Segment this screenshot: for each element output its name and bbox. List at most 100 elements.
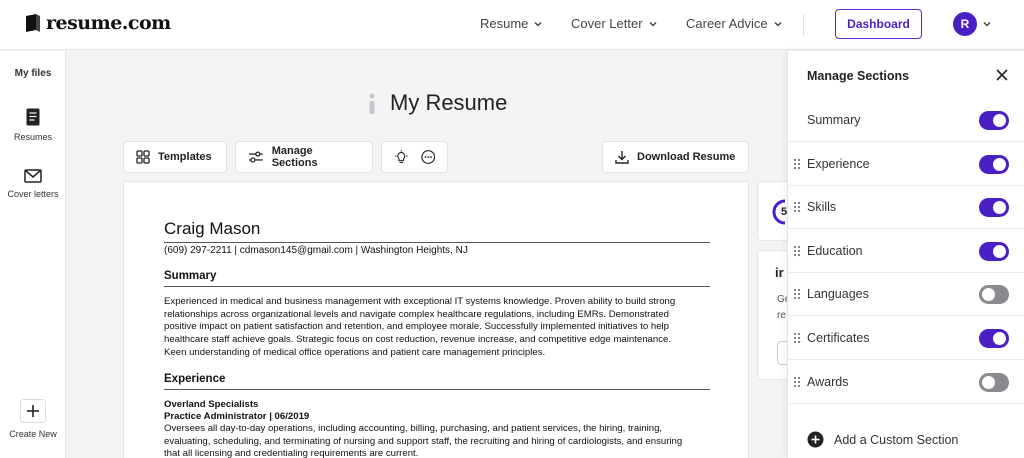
templates-button[interactable]: Templates bbox=[123, 141, 227, 173]
extra-tools-group bbox=[381, 141, 448, 173]
avatar[interactable]: R bbox=[953, 12, 977, 36]
dashboard-button[interactable]: Dashboard bbox=[835, 9, 922, 39]
nav-career-advice[interactable]: Career Advice bbox=[686, 16, 782, 31]
drag-handle-icon[interactable] bbox=[793, 158, 801, 170]
nav-cover-letter-label: Cover Letter bbox=[571, 16, 643, 31]
section-row-skills: Skills bbox=[788, 186, 1024, 230]
envelope-icon bbox=[24, 169, 42, 183]
sliders-icon bbox=[248, 151, 263, 163]
section-toggle[interactable] bbox=[979, 329, 1009, 348]
resume-preview[interactable]: Craig Mason (609) 297-2211 | cdmason145@… bbox=[123, 181, 749, 458]
more-options-icon[interactable] bbox=[420, 149, 436, 165]
drag-handle-icon[interactable] bbox=[793, 245, 801, 257]
resume-experience-details: Oversees all day-to-day operations, incl… bbox=[164, 423, 714, 458]
resume-summary-heading: Summary bbox=[164, 270, 710, 287]
nav-divider bbox=[803, 14, 804, 36]
sidebar-item-cover-letters-label: Cover letters bbox=[7, 189, 59, 199]
resume-company: Overland Specialists bbox=[164, 399, 259, 410]
download-resume-label: Download Resume bbox=[637, 151, 736, 163]
section-toggle[interactable] bbox=[979, 111, 1009, 130]
section-toggle[interactable] bbox=[979, 372, 1009, 392]
toggle-knob bbox=[993, 114, 1006, 127]
plus-circle-icon bbox=[807, 431, 824, 448]
page-title-row: My Resume bbox=[364, 90, 507, 116]
section-label: Experience bbox=[807, 156, 870, 171]
sidebar-item-resumes-label: Resumes bbox=[13, 132, 52, 142]
logo-text: resume.com bbox=[46, 12, 171, 34]
info-icon[interactable] bbox=[364, 91, 380, 115]
document-icon bbox=[26, 108, 40, 126]
logo[interactable]: resume.com bbox=[24, 12, 171, 34]
chevron-down-icon bbox=[649, 21, 657, 27]
section-label: Skills bbox=[807, 200, 837, 215]
drag-handle-icon[interactable] bbox=[793, 288, 801, 300]
experience-line: evaluating, scheduling, and terminating … bbox=[164, 435, 683, 447]
lightbulb-icon[interactable] bbox=[394, 149, 409, 165]
toggle-knob bbox=[993, 201, 1006, 215]
sidebar-heading: My files bbox=[14, 68, 52, 79]
section-label: Languages bbox=[807, 287, 869, 302]
download-resume-button[interactable]: Download Resume bbox=[602, 141, 749, 173]
section-toggle[interactable] bbox=[979, 285, 1009, 305]
nav-resume-label: Resume bbox=[480, 16, 529, 31]
panel-title: Manage Sections bbox=[807, 69, 910, 83]
experience-line: Oversees all day-to-day operations, incl… bbox=[164, 423, 663, 434]
section-row-experience: Experience bbox=[788, 143, 1024, 186]
tips-card-title: ir bbox=[775, 265, 784, 280]
chevron-down-icon bbox=[774, 21, 782, 27]
sidebar-item-cover-letters[interactable]: Cover letters bbox=[0, 169, 66, 199]
resume-name: Craig Mason bbox=[164, 219, 261, 238]
plus-icon bbox=[20, 399, 46, 423]
section-row-summary: Summary bbox=[788, 99, 1024, 142]
grid-icon bbox=[136, 150, 150, 164]
manage-sections-label: Manage Sections bbox=[271, 145, 318, 169]
create-new-label: Create New bbox=[9, 429, 57, 439]
toggle-knob bbox=[982, 375, 995, 389]
top-nav: resume.com Resume Cover Letter Career Ad… bbox=[0, 0, 1024, 50]
resume-contact: (609) 297-2211 | cdmason145@gmail.com | … bbox=[164, 242, 710, 256]
resume-experience-heading: Experience bbox=[164, 373, 710, 390]
summary-line: positive impact on patient satisfaction … bbox=[164, 321, 670, 333]
add-custom-section-button[interactable]: Add a Custom Section bbox=[807, 431, 958, 448]
toggle-knob bbox=[982, 288, 995, 302]
page-title: My Resume bbox=[390, 90, 508, 115]
section-label: Summary bbox=[807, 113, 861, 127]
add-custom-section-label: Add a Custom Section bbox=[834, 432, 959, 447]
manage-sections-panel: Manage Sections Summary Experience Skills E… bbox=[787, 51, 1024, 458]
section-row-education: Education bbox=[788, 230, 1024, 273]
manage-sections-button[interactable]: Manage Sections bbox=[235, 141, 373, 173]
section-toggle[interactable] bbox=[979, 241, 1009, 261]
tips-card-line: re bbox=[777, 310, 786, 321]
toggle-knob bbox=[993, 157, 1006, 171]
experience-line: that all licensing and credentialing req… bbox=[164, 448, 419, 458]
summary-line: relationships across organizational leve… bbox=[164, 308, 670, 320]
download-icon bbox=[615, 151, 629, 164]
files-sidebar: My files Resumes Cover letters Create Ne… bbox=[0, 51, 66, 458]
summary-line: healthcare staff achieve goals. Strategi… bbox=[164, 334, 671, 346]
logo-icon bbox=[26, 14, 40, 32]
section-row-awards: Awards bbox=[788, 361, 1024, 404]
templates-label: Templates bbox=[158, 151, 212, 163]
sidebar-item-resumes[interactable]: Resumes bbox=[0, 108, 66, 142]
create-new-button[interactable]: Create New bbox=[0, 399, 66, 439]
drag-handle-icon[interactable] bbox=[793, 332, 801, 344]
drag-handle-icon[interactable] bbox=[793, 201, 801, 213]
close-icon[interactable] bbox=[995, 68, 1009, 82]
section-row-languages: Languages bbox=[788, 273, 1024, 317]
section-toggle[interactable] bbox=[979, 198, 1009, 218]
chevron-down-icon bbox=[534, 21, 542, 27]
summary-line: Keen understanding of medical office ope… bbox=[164, 346, 546, 358]
toggle-knob bbox=[993, 332, 1006, 345]
section-label: Awards bbox=[807, 374, 849, 389]
nav-career-advice-label: Career Advice bbox=[686, 16, 768, 31]
summary-line: Experienced in medical and business mana… bbox=[164, 296, 676, 307]
section-toggle[interactable] bbox=[979, 154, 1009, 174]
section-row-certificates: Certificates bbox=[788, 317, 1024, 360]
resume-summary: Experienced in medical and business mana… bbox=[164, 296, 714, 360]
nav-cover-letter[interactable]: Cover Letter bbox=[571, 16, 657, 31]
section-label: Certificates bbox=[807, 331, 870, 345]
resume-role: Practice Administrator | 06/2019 bbox=[164, 411, 310, 422]
account-chevron-down-icon[interactable] bbox=[983, 20, 991, 28]
drag-handle-icon[interactable] bbox=[793, 376, 801, 388]
nav-resume[interactable]: Resume bbox=[480, 16, 542, 31]
